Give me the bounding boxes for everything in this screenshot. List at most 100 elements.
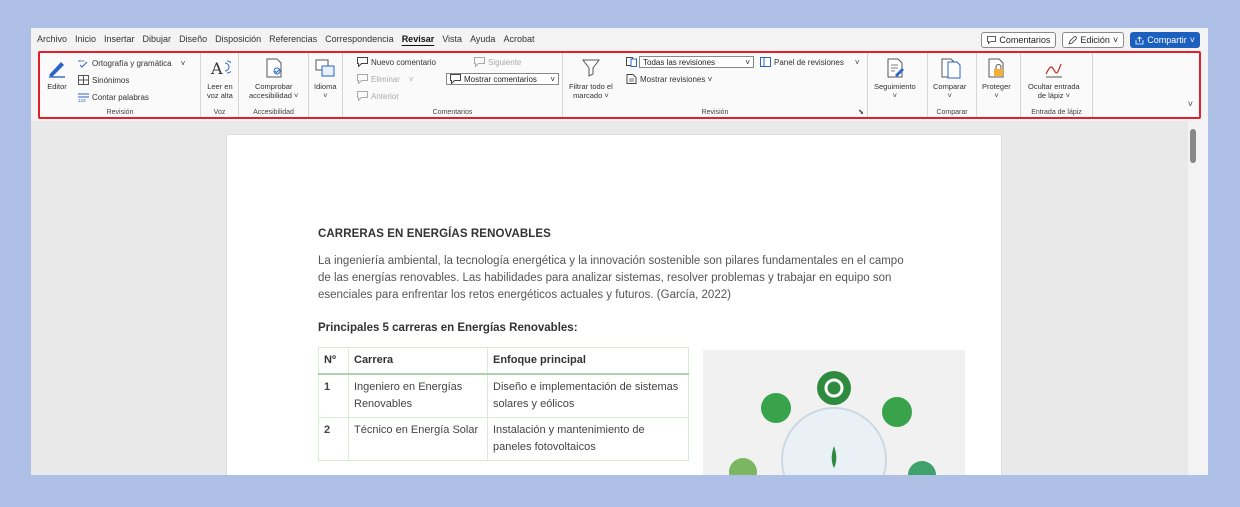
language-icon [315, 59, 335, 77]
markup-view-dropdown[interactable]: Todas las revisiones ˅ [639, 56, 754, 68]
tracking-label: Seguimiento [874, 82, 916, 91]
editor-pen-icon [49, 62, 65, 78]
tracking-button[interactable]: Seguimiento ˅ [874, 57, 916, 100]
reviewing-pane-label: Panel de revisiones [774, 57, 844, 67]
tab-insertar[interactable]: Insertar [103, 32, 136, 46]
title-actions: Comentarios Edición ˅ Compartir ˅ [981, 32, 1200, 48]
group-label: Voz [213, 109, 226, 116]
group-accesibilidad: Comprobar accesibilidad ˅ Accesibilidad [239, 53, 309, 117]
show-markup-label: Mostrar revisiones ˅ [640, 74, 713, 84]
table-cell: Diseño e implementación de sistemas sola… [487, 373, 689, 418]
document-page[interactable]: CARRERAS EN ENERGÍAS RENOVABLES La ingen… [226, 134, 1002, 475]
compare-icon [941, 58, 961, 79]
group-comentarios: Nuevo comentario Siguiente Eliminar ˅ Mo… [343, 53, 563, 117]
new-comment-button[interactable]: Nuevo comentario [357, 57, 436, 67]
document-heading: CARRERAS EN ENERGÍAS RENOVABLES [318, 228, 551, 240]
chevron-down-icon: ˅ [180, 58, 186, 68]
renewable-energy-illustration [703, 350, 965, 475]
group-seguimiento: Seguimiento ˅ [868, 53, 928, 117]
tab-ayuda[interactable]: Ayuda [469, 32, 496, 46]
previous-comment-button: Anterior [357, 91, 399, 101]
editor-button[interactable]: Editor [46, 57, 68, 91]
compare-label: Comparar [933, 82, 967, 91]
next-comment-button: Siguiente [474, 57, 521, 67]
table-header-cell: Nº [318, 347, 349, 375]
reviewing-pane-button[interactable]: Panel de revisiones ˅ [760, 57, 860, 67]
table-row: 1 Ingeniero en Energías Renovables Diseñ… [318, 373, 689, 418]
tab-disposicion[interactable]: Disposición [214, 32, 262, 46]
scrollbar-thumb[interactable] [1190, 129, 1196, 163]
protect-lock-icon [988, 58, 1004, 78]
show-markup-icon [626, 74, 637, 84]
table-header-row: Nº Carrera Enfoque principal [318, 347, 689, 375]
filter-markup-icon [581, 59, 600, 77]
chevron-down-icon: ˅ [854, 57, 860, 67]
protect-button[interactable]: Proteger ˅ [982, 57, 1011, 100]
tab-dibujar[interactable]: Dibujar [142, 32, 173, 46]
language-button[interactable]: Idioma ˅ [314, 57, 337, 100]
chevron-down-icon: ˅ [550, 74, 555, 84]
tab-diseno[interactable]: Diseño [178, 32, 208, 46]
edit-mode-button[interactable]: Edición ˅ [1062, 32, 1125, 48]
group-idioma: Idioma ˅ [309, 53, 343, 117]
document-paragraph: La ingeniería ambiental, la tecnología e… [318, 255, 904, 301]
word-count-label: Contar palabras [92, 92, 149, 102]
compare-button[interactable]: Comparar ˅ [933, 57, 966, 100]
word-count-button[interactable]: 123 Contar palabras [78, 92, 149, 102]
check-accessibility-label-2: accesibilidad ˅ [249, 91, 299, 100]
chevron-down-icon: ˅ [1112, 35, 1119, 45]
show-markup-button[interactable]: Mostrar revisiones ˅ [626, 74, 712, 84]
vertical-scrollbar[interactable] [1188, 121, 1198, 475]
chevron-down-icon: ˅ [892, 91, 898, 100]
comments-button-label: Comentarios [999, 35, 1051, 45]
accessibility-check-icon [266, 58, 282, 78]
tab-referencias[interactable]: Referencias [268, 32, 318, 46]
tab-revisar[interactable]: Revisar [401, 32, 436, 46]
reviewing-pane-icon [760, 57, 771, 67]
show-comments-dropdown[interactable]: Mostrar comentarios ˅ [446, 73, 559, 85]
read-aloud-label-1: Leer en [207, 82, 233, 91]
table-cell: 1 [318, 373, 349, 418]
read-aloud-button[interactable]: A Leer en voz alta [207, 57, 233, 100]
collapse-ribbon-icon[interactable]: ˅ [1188, 99, 1193, 109]
word-count-icon: 123 [78, 93, 89, 102]
group-proteger: Proteger ˅ [977, 53, 1021, 117]
document-area: CARRERAS EN ENERGÍAS RENOVABLES La ingen… [31, 121, 1198, 475]
table-cell: 2 [318, 417, 349, 461]
share-button[interactable]: Compartir ˅ [1130, 32, 1200, 48]
synonyms-button[interactable]: Sinónimos [78, 75, 129, 85]
svg-text:123: 123 [78, 98, 86, 102]
comment-icon [987, 36, 997, 44]
tab-correspondencia[interactable]: Correspondencia [324, 32, 395, 46]
table-cell: Técnico en Energía Solar [348, 417, 488, 461]
thesaurus-icon [78, 75, 89, 85]
read-aloud-icon: A [210, 59, 231, 78]
tab-vista[interactable]: Vista [441, 32, 463, 46]
filter-markup-button[interactable]: Filtrar todo el marcado ˅ [569, 57, 613, 100]
check-accessibility-button[interactable]: Comprobar accesibilidad ˅ [249, 57, 298, 100]
tab-inicio[interactable]: Inicio [74, 32, 97, 46]
hide-ink-button[interactable]: Ocultar entrada de lápiz ˅ [1028, 57, 1080, 100]
comments-button[interactable]: Comentarios [981, 32, 1057, 48]
group-label: Revisión [106, 109, 134, 116]
markup-view-icon-wrap [626, 57, 637, 67]
editor-label: Editor [47, 82, 67, 91]
language-label: Idioma [314, 82, 337, 91]
group-label: Comentarios [432, 109, 473, 116]
previous-comment-label: Anterior [371, 91, 400, 101]
chevron-down-icon: ˅ [994, 91, 999, 100]
group-label: Accesibilidad [253, 109, 294, 116]
chevron-down-icon: ˅ [323, 91, 328, 100]
dialog-launcher-icon[interactable]: ⬊ [858, 108, 864, 116]
spelling-button[interactable]: abc Ortografía y gramática ˅ [78, 58, 185, 68]
new-comment-icon [357, 57, 368, 67]
tab-archivo[interactable]: Archivo [36, 32, 68, 46]
delete-comment-label: Eliminar [371, 74, 400, 84]
pencil-icon [1068, 35, 1078, 45]
ribbon-revisar: Editor abc Ortografía y gramática ˅ Sinó… [38, 51, 1201, 119]
synonyms-label: Sinónimos [92, 75, 130, 85]
tab-acrobat[interactable]: Acrobat [502, 32, 535, 46]
group-comparar: Comparar ˅ Comparar [928, 53, 977, 117]
table-header-cell: Carrera [348, 347, 488, 375]
document-subheading: Principales 5 carreras en Energías Renov… [318, 322, 578, 334]
